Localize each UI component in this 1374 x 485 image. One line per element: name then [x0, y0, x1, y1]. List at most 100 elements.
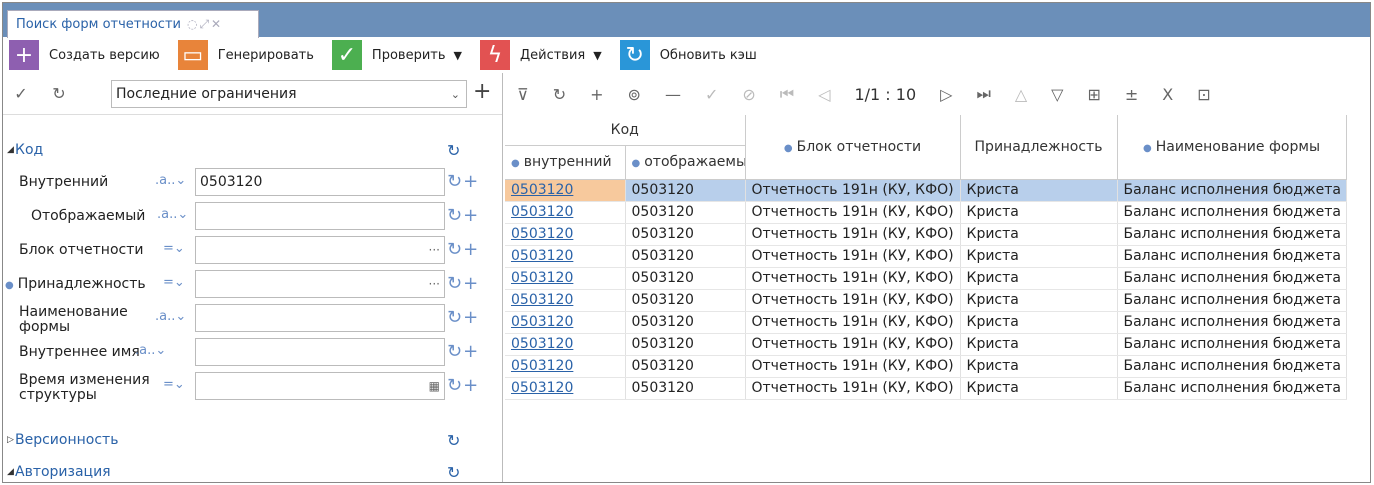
table-row[interactable]: 0503120 0503120 Отчетность 191н (КУ, КФО… [505, 245, 1347, 268]
table-row[interactable]: 0503120 0503120 Отчетность 191н (КУ, КФО… [505, 333, 1347, 356]
collapsed-triangle-icon: ▷ [7, 435, 14, 445]
col-header-display[interactable]: ● отображаемый [625, 145, 746, 180]
operator-select[interactable]: .a..⌄ [157, 207, 188, 222]
table-row[interactable]: 0503120 0503120 Отчетность 191н (КУ, КФО… [505, 355, 1347, 378]
table-row[interactable]: 0503120 0503120 Отчетность 191н (КУ, КФО… [505, 179, 1347, 202]
table-row[interactable]: 0503120 0503120 Отчетность 191н (КУ, КФО… [505, 223, 1347, 246]
owner-input[interactable]: ··· [195, 270, 445, 298]
prev-page-icon[interactable]: ◁ [818, 85, 830, 104]
cell-internal-link[interactable]: 0503120 [505, 245, 626, 268]
first-page-icon[interactable]: ⏮ [780, 84, 794, 104]
refresh-add-icon[interactable]: ↻+ [447, 205, 479, 226]
sort-down-icon[interactable]: ▽ [1051, 85, 1063, 104]
grid-view-icon[interactable]: ⊞ [1087, 85, 1100, 104]
apply-check-icon[interactable]: ✓ [3, 84, 39, 103]
tab-search-forms[interactable]: Поиск форм отчетности ◌⤢✕ [7, 10, 259, 38]
section-kod[interactable]: ◢ Код ↻ [3, 137, 503, 163]
structure-time-input[interactable]: ▦ [195, 372, 445, 400]
table-row[interactable]: 0503120 0503120 Отчетность 191н (КУ, КФО… [505, 311, 1347, 334]
tab-controls-icon[interactable]: ◌⤢✕ [187, 17, 223, 32]
refresh-add-icon[interactable]: ↻+ [447, 273, 479, 294]
refresh-icon[interactable]: ↻ [39, 84, 79, 103]
export-excel-icon[interactable]: X [1162, 85, 1173, 104]
refresh-icon[interactable]: ↻ [447, 141, 460, 160]
restriction-select[interactable]: Последние ограничения ⌄ [111, 80, 467, 108]
refresh-add-icon[interactable]: ↻+ [447, 239, 479, 260]
operator-select[interactable]: .a..⌄ [135, 343, 166, 358]
block-input[interactable]: ··· [195, 236, 445, 264]
col-header-label: Принадлежность [974, 138, 1103, 155]
cell-block: Отчетность 191н (КУ, КФО) [745, 201, 961, 224]
expanded-triangle-icon: ◢ [7, 467, 14, 477]
operator-select[interactable]: .a..⌄ [155, 309, 186, 324]
delete-row-icon[interactable]: — [665, 85, 681, 104]
cell-internal-link[interactable]: 0503120 [505, 377, 626, 400]
operator-select[interactable]: =⌄ [163, 241, 185, 256]
generate-button[interactable]: ▭ Генерировать [177, 40, 314, 70]
table-row[interactable]: 0503120 0503120 Отчетность 191н (КУ, КФО… [505, 377, 1347, 400]
internal-name-input[interactable] [195, 338, 445, 366]
results-table: Код ● Блок отчетности Принадлежность ● Наи… [505, 115, 1347, 400]
cell-internal-link[interactable]: 0503120 [505, 201, 626, 224]
refresh-add-icon[interactable]: ↻+ [447, 341, 479, 362]
filter-row-structure-time: Время изменения структуры =⌄ ▦ ↻+ [3, 369, 503, 403]
cell-internal-link[interactable]: 0503120 [505, 179, 626, 202]
refresh-add-icon[interactable]: ↻+ [447, 375, 479, 396]
internal-input[interactable]: 0503120 [195, 168, 445, 196]
sort-up-icon[interactable]: △ [1015, 85, 1027, 104]
next-page-icon[interactable]: ▷ [940, 85, 952, 104]
cell-internal-link[interactable]: 0503120 [505, 333, 626, 356]
table-row[interactable]: 0503120 0503120 Отчетность 191н (КУ, КФО… [505, 289, 1347, 312]
cancel-icon[interactable]: ⊘ [742, 85, 755, 104]
refresh-icon[interactable]: ↻ [447, 463, 460, 482]
refresh-icon[interactable]: ↻ [447, 431, 460, 450]
section-auth[interactable]: ◢ Авторизация ↻ [3, 459, 503, 482]
col-header-owner[interactable]: Принадлежность [960, 115, 1118, 180]
dropdown-arrow-icon[interactable]: ▼ [593, 49, 601, 62]
cell-internal-link[interactable]: 0503120 [505, 355, 626, 378]
col-header-name[interactable]: ● Наименование формы [1117, 115, 1347, 180]
actions-button[interactable]: ϟ Действия ▼ [479, 40, 602, 70]
field-label: Внутренний [19, 174, 109, 190]
cell-display: 0503120 [625, 267, 746, 290]
col-header-block[interactable]: ● Блок отчетности [745, 115, 961, 180]
filter-icon[interactable]: ⊽ [517, 85, 529, 104]
operator-select[interactable]: .a..⌄ [155, 173, 186, 188]
refresh-add-icon[interactable]: ↻+ [447, 171, 479, 192]
table-row[interactable]: 0503120 0503120 Отчетность 191н (КУ, КФО… [505, 267, 1347, 290]
actions-label: Действия [519, 47, 586, 63]
calendar-icon[interactable]: ▦ [429, 379, 440, 393]
operator-select[interactable]: =⌄ [163, 275, 185, 290]
cell-display: 0503120 [625, 377, 746, 400]
cell-owner: Криста [960, 201, 1118, 224]
col-header-internal[interactable]: ● внутренний [505, 145, 626, 180]
apply-check-icon[interactable]: ✓ [705, 85, 718, 104]
cell-name: Баланс исполнения бюджета [1117, 289, 1347, 312]
table-row[interactable]: 0503120 0503120 Отчетность 191н (КУ, КФО… [505, 201, 1347, 224]
cell-internal-link[interactable]: 0503120 [505, 267, 626, 290]
last-page-icon[interactable]: ⏭ [976, 84, 990, 104]
add-restriction-icon[interactable]: + [473, 79, 491, 104]
cell-internal-link[interactable]: 0503120 [505, 311, 626, 334]
create-version-button[interactable]: + Создать версию [9, 40, 160, 70]
ellipsis-icon[interactable]: ··· [429, 277, 440, 291]
display-input[interactable] [195, 202, 445, 230]
operator-select[interactable]: =⌄ [163, 377, 185, 392]
collapse-icon[interactable]: ⊡ [1197, 85, 1210, 104]
cell-internal-link[interactable]: 0503120 [505, 223, 626, 246]
column-settings-icon[interactable]: ± [1125, 85, 1138, 104]
refresh-icon[interactable]: ↻ [553, 85, 566, 104]
section-versions[interactable]: ▷ Версионность ↻ [3, 427, 503, 453]
col-header-label: Блок отчетности [796, 138, 922, 155]
check-button[interactable]: ✓ Проверить ▼ [331, 40, 462, 70]
section-versions-label: Версионность [15, 432, 119, 448]
form-name-input[interactable] [195, 304, 445, 332]
add-row-icon[interactable]: + [590, 85, 603, 104]
dot-icon: ● [511, 158, 520, 169]
filter-clear-icon[interactable]: ⊚ [628, 85, 641, 104]
dropdown-arrow-icon[interactable]: ▼ [454, 49, 462, 62]
ellipsis-icon[interactable]: ··· [429, 243, 440, 257]
refresh-cache-button[interactable]: ↻ Обновить кэш [619, 40, 757, 70]
refresh-add-icon[interactable]: ↻+ [447, 307, 479, 328]
cell-internal-link[interactable]: 0503120 [505, 289, 626, 312]
